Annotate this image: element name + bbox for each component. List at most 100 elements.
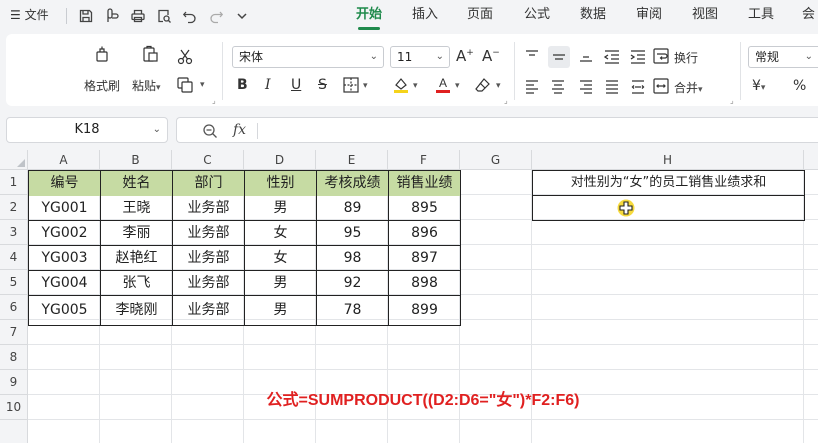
copy-icon[interactable]: [174, 74, 196, 96]
table-cell[interactable]: YG002: [29, 221, 100, 246]
format-painter-icon[interactable]: [90, 42, 114, 66]
strikethrough-button[interactable]: S: [318, 77, 327, 93]
column-header-d[interactable]: D: [244, 150, 316, 170]
name-box[interactable]: K18 ⌄: [6, 117, 168, 143]
table-cell[interactable]: 95: [317, 221, 388, 246]
tab-member[interactable]: 会: [802, 0, 815, 32]
font-size-select[interactable]: 11 ⌄: [390, 46, 450, 68]
merge-cells-icon[interactable]: [651, 76, 671, 96]
bold-button[interactable]: B: [237, 77, 248, 93]
file-menu[interactable]: ☰ 文件: [10, 0, 49, 32]
table-cell[interactable]: 89: [317, 196, 388, 221]
underline-button[interactable]: U: [291, 77, 301, 93]
table-cell[interactable]: 78: [317, 298, 388, 323]
align-bottom-icon[interactable]: [576, 46, 596, 66]
column-header-a[interactable]: A: [28, 150, 100, 170]
tab-insert[interactable]: 插入: [412, 0, 438, 32]
table-cell[interactable]: 男: [245, 196, 316, 221]
number-format-select[interactable]: 常规 ⌄: [748, 46, 818, 68]
cell-h1[interactable]: 对性别为“女”的员工销售业绩求和: [533, 171, 804, 196]
header-cell-name[interactable]: 姓名: [101, 171, 172, 196]
column-header-f[interactable]: F: [388, 150, 460, 170]
font-color-icon[interactable]: A: [433, 74, 453, 94]
print-icon[interactable]: [128, 6, 148, 26]
increase-font-size-button[interactable]: A+: [456, 47, 474, 65]
row-header-5[interactable]: 5: [0, 270, 28, 295]
clipboard-dialog-launcher-icon[interactable]: ⌟: [212, 96, 216, 105]
select-all-corner[interactable]: [0, 150, 28, 170]
eraser-icon[interactable]: [473, 75, 493, 95]
table-cell[interactable]: 男: [245, 271, 316, 296]
indent-decrease-icon[interactable]: [602, 46, 622, 66]
align-middle-icon[interactable]: [548, 46, 570, 68]
column-header-e[interactable]: E: [316, 150, 388, 170]
header-cell-gender[interactable]: 性别: [245, 171, 316, 196]
row-header-9[interactable]: 9: [0, 370, 28, 395]
table-cell[interactable]: 男: [245, 298, 316, 323]
row-header-7[interactable]: 7: [0, 320, 28, 345]
table-cell[interactable]: 898: [389, 271, 460, 296]
header-cell-sales[interactable]: 销售业绩: [389, 171, 460, 196]
chevron-down-icon[interactable]: ▾: [455, 81, 460, 91]
table-cell[interactable]: 896: [389, 221, 460, 246]
header-cell-dept[interactable]: 部门: [173, 171, 244, 196]
table-cell[interactable]: 98: [317, 246, 388, 271]
row-header-6[interactable]: 6: [0, 295, 28, 320]
table-cell[interactable]: 王晓: [101, 196, 172, 221]
currency-format-button[interactable]: ¥▾: [752, 78, 765, 94]
percent-format-button[interactable]: %: [793, 78, 806, 94]
row-header-1[interactable]: 1: [0, 170, 28, 195]
column-header-i[interactable]: [804, 150, 818, 170]
chevron-down-icon[interactable]: ▾: [200, 80, 205, 90]
table-cell[interactable]: 女: [245, 246, 316, 271]
distributed-align-icon[interactable]: [628, 76, 648, 96]
table-cell[interactable]: 李丽: [101, 221, 172, 246]
print-preview-icon[interactable]: [154, 6, 174, 26]
table-cell[interactable]: 897: [389, 246, 460, 271]
column-header-b[interactable]: B: [100, 150, 172, 170]
chevron-down-icon[interactable]: [232, 6, 252, 26]
cut-icon[interactable]: [174, 46, 196, 68]
table-cell[interactable]: YG005: [29, 298, 100, 323]
cell-h2[interactable]: [533, 196, 804, 221]
table-cell[interactable]: 李晓刚: [101, 298, 172, 323]
align-left-icon[interactable]: [522, 76, 542, 96]
tab-page[interactable]: 页面: [467, 0, 493, 32]
row-header-10[interactable]: 10: [0, 395, 28, 420]
table-cell[interactable]: 女: [245, 221, 316, 246]
merge-cells-button[interactable]: 合并▾: [674, 79, 703, 96]
alignment-dialog-launcher-icon[interactable]: ⌟: [730, 96, 734, 105]
table-cell[interactable]: 业务部: [173, 221, 244, 246]
tab-view[interactable]: 视图: [692, 0, 718, 32]
table-cell[interactable]: 张飞: [101, 271, 172, 296]
table-cell[interactable]: 赵艳红: [101, 246, 172, 271]
justify-icon[interactable]: [602, 76, 622, 96]
table-cell[interactable]: YG004: [29, 271, 100, 296]
borders-icon[interactable]: [342, 76, 360, 94]
fill-color-icon[interactable]: [391, 74, 411, 94]
tab-review[interactable]: 审阅: [636, 0, 662, 32]
align-right-icon[interactable]: [576, 76, 596, 96]
tab-tools[interactable]: 工具: [748, 0, 774, 32]
table-cell[interactable]: YG001: [29, 196, 100, 221]
column-header-g[interactable]: G: [460, 150, 532, 170]
font-name-select[interactable]: 宋体 ⌄: [232, 46, 384, 68]
column-header-c[interactable]: C: [172, 150, 244, 170]
table-cell[interactable]: 895: [389, 196, 460, 221]
save-icon[interactable]: [76, 6, 96, 26]
table-cell[interactable]: 业务部: [173, 298, 244, 323]
tab-home[interactable]: 开始: [356, 0, 382, 32]
row-header-8[interactable]: 8: [0, 345, 28, 370]
wrap-text-icon[interactable]: [651, 46, 671, 66]
insert-function-button[interactable]: fx: [233, 118, 246, 142]
table-cell[interactable]: 业务部: [173, 246, 244, 271]
paste-icon[interactable]: [138, 42, 162, 66]
chevron-down-icon[interactable]: ▾: [413, 81, 418, 91]
redo-icon[interactable]: [206, 6, 226, 26]
chevron-down-icon[interactable]: ▾: [363, 81, 368, 91]
align-center-icon[interactable]: [548, 76, 568, 96]
format-painter-label[interactable]: 格式刷: [84, 77, 120, 94]
table-cell[interactable]: 业务部: [173, 196, 244, 221]
header-cell-score[interactable]: 考核成绩: [317, 171, 388, 196]
row-header-4[interactable]: 4: [0, 245, 28, 270]
